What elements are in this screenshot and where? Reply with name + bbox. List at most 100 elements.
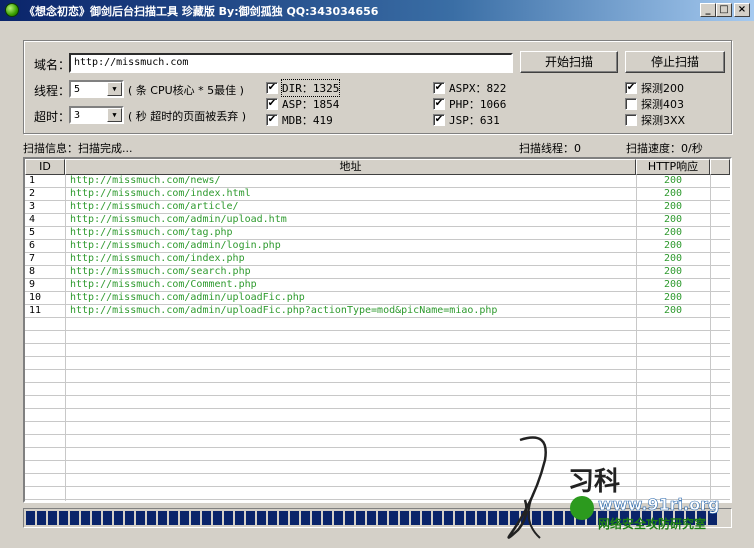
progress-segment [125,511,134,525]
progress-segment [477,511,486,525]
table-row[interactable]: 11 http://missmuch.com/admin/uploadFic.ph… [25,305,730,318]
window-title: 《想念初恋》御剑后台扫描工具 珍藏版 By:御剑孤独 QQ:343034656 [24,5,379,18]
progress-segment [246,511,255,525]
threads-hint: ( 条 CPU核心 * 5最佳 ) [128,84,244,97]
empty-checkbox-icon[interactable] [625,114,637,126]
progress-segment [279,511,288,525]
progress-segment [697,511,706,525]
progress-segment [356,511,365,525]
scan-threads-status: 扫描线程：0 [519,142,581,155]
table-row[interactable]: 3 http://missmuch.com/article/200 [25,201,730,214]
table-row[interactable]: 9 http://missmuch.com/Comment.php 200 [25,279,730,292]
maximize-button[interactable]: □ [716,3,732,17]
cell-http-status: 200 [663,240,683,251]
table-row[interactable]: 10 http://missmuch.com/admin/uploadFic.ph… [25,292,730,305]
dropdown-arrow-icon[interactable]: ▼ [107,82,122,96]
table-row[interactable]: 7 http://missmuch.com/index.php 200 [25,253,730,266]
table-row[interactable]: 4 http://missmuch.com/admin/upload.htm 200 [25,214,730,227]
cell-address: http://missmuch.com/news/ [70,175,221,186]
checkbox-dir[interactable]: ✔ DIR：1325 [266,79,341,97]
domain-input[interactable]: http://missmuch.com [69,53,513,73]
empty-row [25,331,730,344]
progress-segment [488,511,497,525]
checkbox-mdb-label: MDB：419 [282,114,333,127]
empty-checkbox-icon[interactable] [625,98,637,110]
progress-segment [147,511,156,525]
progress-segment [213,511,222,525]
checkbox-probe-3xx[interactable]: 探测3XX [625,112,685,128]
scan-speed-status: 扫描速度：0/秒 [626,142,703,155]
progress-segment [334,511,343,525]
cell-address: http://missmuch.com/index.php [70,253,245,264]
cell-id: 10 [29,292,42,303]
cell-http-status: 200 [663,188,683,199]
progress-segment [620,511,629,525]
check-icon[interactable]: ✔ [266,114,278,126]
progress-segment [81,511,90,525]
progress-segment [642,511,651,525]
progress-segment [499,511,508,525]
results-list[interactable]: ID 地址 HTTP响应 1 http://missmuch.com/news/2… [23,157,732,503]
threads-select[interactable]: 5 ▼ [69,80,124,98]
checkbox-probe-200[interactable]: ✔ 探测200 [625,80,684,96]
timeout-label: 超时： [34,110,71,124]
checkbox-mdb[interactable]: ✔ MDB：419 [266,112,333,128]
cell-address: http://missmuch.com/search.php [70,266,251,277]
column-header-id[interactable]: ID [25,159,65,175]
table-row[interactable]: 2 http://missmuch.com/index.html 200 [25,188,730,201]
checkbox-probe-200-label: 探测200 [641,82,684,95]
checkbox-probe-403-label: 探测403 [641,98,684,111]
cell-id: 9 [29,279,36,290]
stop-scan-button[interactable]: 停止扫描 [625,51,725,73]
cell-address: http://missmuch.com/index.html [70,188,251,199]
progress-segment [257,511,266,525]
minimize-button[interactable]: _ [700,3,716,17]
empty-row [25,409,730,422]
cell-http-status: 200 [663,227,683,238]
cell-id: 6 [29,240,36,251]
table-row[interactable]: 1 http://missmuch.com/news/200 [25,175,730,188]
column-header-address[interactable]: 地址 [65,159,636,175]
cell-http-status: 200 [663,266,683,277]
progress-segment [301,511,310,525]
checkbox-jsp[interactable]: ✔ JSP：631 [433,112,500,128]
check-icon[interactable]: ✔ [433,114,445,126]
progress-segment [631,511,640,525]
checkbox-php[interactable]: ✔ PHP：1066 [433,96,506,112]
progress-segment [114,511,123,525]
cell-http-status: 200 [663,175,683,186]
progress-segment [422,511,431,525]
empty-row [25,435,730,448]
check-icon[interactable]: ✔ [433,98,445,110]
checkbox-asp[interactable]: ✔ ASP：1854 [266,96,339,112]
checkbox-probe-403[interactable]: 探测403 [625,96,684,112]
progress-segment [554,511,563,525]
check-icon[interactable]: ✔ [433,82,445,94]
close-button[interactable]: × [734,3,750,17]
timeout-select[interactable]: 3 ▼ [69,106,124,124]
title-bar[interactable]: 《想念初恋》御剑后台扫描工具 珍藏版 By:御剑孤独 QQ:343034656 … [0,0,754,21]
column-header-http-status[interactable]: HTTP响应 [636,159,710,175]
cell-http-status: 200 [663,292,683,303]
progress-segment [367,511,376,525]
progress-segment [521,511,530,525]
checkbox-probe-3xx-label: 探测3XX [641,114,686,127]
dropdown-arrow-icon[interactable]: ▼ [107,108,122,122]
scan-info-status: 扫描信息：扫描完成... [23,142,133,155]
empty-row [25,318,730,331]
empty-row [25,448,730,461]
check-icon[interactable]: ✔ [625,82,637,94]
checkbox-aspx[interactable]: ✔ ASPX：822 [433,80,506,96]
start-scan-button[interactable]: 开始扫描 [520,51,618,73]
progress-segment [26,511,35,525]
results-header: ID 地址 HTTP响应 [25,159,730,175]
table-row[interactable]: 5 http://missmuch.com/tag.php 200 [25,227,730,240]
table-row[interactable]: 6 http://missmuch.com/admin/login.php 200 [25,240,730,253]
progress-segment [433,511,442,525]
check-icon[interactable]: ✔ [266,98,278,110]
empty-row [25,474,730,487]
empty-row [25,344,730,357]
table-row[interactable]: 8 http://missmuch.com/search.php 200 [25,266,730,279]
column-header-empty [710,159,730,175]
check-icon[interactable]: ✔ [266,82,278,94]
